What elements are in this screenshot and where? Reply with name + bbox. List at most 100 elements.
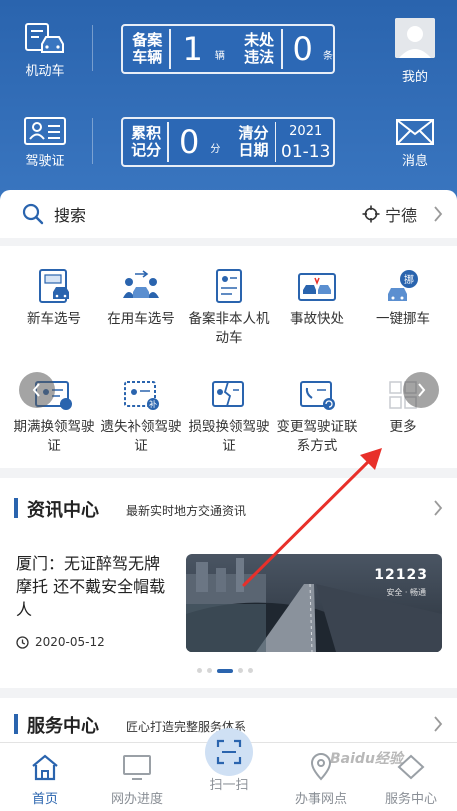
tab-progress[interactable]: 网办进度: [92, 753, 182, 807]
divider: [92, 25, 93, 71]
user-icon: [395, 18, 435, 58]
monitor-icon: [123, 755, 151, 780]
news-center: 资讯中心 最新实时地方交通资讯 厦门：无证醉驾无牌摩托 还不戴安全帽载人 202…: [0, 478, 457, 688]
service-label: 备案非本人机动车: [188, 311, 270, 346]
license-icon: [24, 117, 66, 145]
chevron-right-icon[interactable]: [433, 716, 443, 732]
register-icon: [216, 269, 242, 303]
used-car-icon: [123, 270, 159, 298]
service-move-car[interactable]: 挪 一键挪车: [358, 268, 448, 329]
violations-unit: 条: [323, 51, 333, 62]
vehicle-button[interactable]: 机动车: [0, 22, 90, 79]
carousel-next-button[interactable]: [403, 372, 439, 408]
service-label: 损毁换领驾驶证: [188, 419, 270, 454]
scan-icon: [216, 739, 242, 765]
carousel-dot-active[interactable]: [217, 668, 233, 673]
chevron-right-icon[interactable]: [433, 500, 443, 516]
tab-label: 服务中心: [384, 792, 437, 807]
section-accent-bar: [14, 714, 18, 734]
carousel-dot[interactable]: [207, 668, 212, 673]
service-label: 遗失补领驾驶证: [100, 419, 182, 454]
news-image[interactable]: 12123 安全 · 畅通: [186, 554, 442, 652]
envelope-icon: [396, 119, 434, 145]
service-new-car-number[interactable]: 新车选号: [9, 268, 99, 329]
watermark: Baidu经验: [330, 751, 403, 767]
brand-slogan: 安全 · 畅通: [386, 588, 426, 597]
carousel-indicator: [197, 668, 253, 673]
service-center-title: 服务中心: [27, 716, 99, 737]
points-unit: 分: [210, 144, 221, 155]
violations-label: 未处违法: [244, 31, 275, 66]
mine-button[interactable]: 我的: [370, 62, 457, 85]
reset-date: 2021 01-13: [278, 122, 333, 162]
service-label: 更多: [389, 419, 417, 435]
service-used-car-number[interactable]: 在用车选号: [96, 268, 186, 329]
service-change-contact[interactable]: 变更驾驶证联系方式: [272, 378, 362, 456]
violations-count: 0: [292, 30, 313, 68]
messages-button[interactable]: 消息: [370, 118, 457, 169]
reset-date-label: 清分日期: [238, 124, 269, 159]
news-date-text: 2020-05-12: [35, 635, 105, 649]
service-damaged-license[interactable]: 损毁换领驾驶证: [184, 378, 274, 456]
points-value: 0: [179, 123, 200, 161]
carousel-dot[interactable]: [197, 668, 202, 673]
vehicle-label: 机动车: [25, 64, 65, 79]
points-label: 累积记分: [131, 124, 162, 159]
service-label: 在用车选号: [107, 311, 175, 327]
reset-date-day: 01-13: [281, 142, 331, 162]
avatar[interactable]: [395, 18, 435, 58]
board-divider: [281, 29, 284, 69]
damaged-license-icon: [212, 381, 244, 407]
tab-label: 办事网点: [294, 792, 347, 807]
carousel-dot[interactable]: [248, 668, 253, 673]
vehicle-summary-board[interactable]: 备案车辆 1 辆 未处违法 0 条: [121, 24, 335, 74]
news-title: 资讯中心: [27, 500, 99, 521]
registered-vehicles-count: 1: [182, 30, 203, 68]
service-label: 变更驾驶证联系方式: [276, 419, 358, 454]
lost-license-icon: 补: [124, 381, 159, 410]
scan-button[interactable]: [205, 728, 253, 776]
clock-icon: [16, 635, 29, 649]
messages-label: 消息: [401, 154, 428, 169]
carousel-prev-button[interactable]: [19, 372, 55, 408]
carousel-dot[interactable]: [238, 668, 243, 673]
board-divider: [274, 122, 277, 162]
accident-icon: [298, 273, 336, 301]
board-divider: [169, 29, 172, 69]
mine-label: 我的: [401, 70, 428, 85]
registered-vehicles-unit: 辆: [214, 51, 225, 62]
chevron-left-icon: [32, 383, 40, 397]
svg-text:挪: 挪: [404, 273, 414, 286]
news-headline[interactable]: 厦门：无证醉驾无牌摩托 还不戴安全帽载人: [16, 552, 174, 621]
city-name: 宁德: [384, 206, 417, 225]
tab-label: 首页: [31, 792, 58, 807]
chevron-right-icon: [418, 383, 426, 397]
service-label: 事故快处: [290, 311, 344, 327]
service-register-other-vehicle[interactable]: 备案非本人机动车: [184, 268, 274, 348]
service-lost-license[interactable]: 补 遗失补领驾驶证: [96, 378, 186, 456]
divider: [92, 118, 93, 164]
board-divider: [167, 122, 170, 162]
move-car-icon: 挪: [388, 270, 418, 301]
service-label: 新车选号: [27, 311, 81, 327]
search-bar[interactable]: 搜索 宁德: [0, 190, 457, 238]
service-label: 一键挪车: [376, 311, 430, 327]
tab-label: 扫一扫: [209, 778, 249, 793]
news-date: 2020-05-12: [16, 635, 105, 649]
license-label: 驾驶证: [25, 154, 65, 169]
license-summary-board[interactable]: 累积记分 0 分 清分日期 2021 01-13: [121, 117, 335, 167]
news-subtitle: 最新实时地方交通资讯: [126, 504, 247, 518]
vehicle-icon: [25, 23, 64, 53]
chevron-right-icon: [434, 206, 443, 222]
change-contact-icon: [300, 381, 335, 410]
new-car-icon: [39, 269, 69, 303]
tab-home[interactable]: 首页: [0, 753, 90, 807]
license-button[interactable]: 驾驶证: [0, 116, 90, 169]
city-selector[interactable]: 宁德: [362, 202, 417, 226]
svg-text:补: 补: [149, 399, 157, 409]
home-icon: [32, 754, 58, 781]
service-label: 期满换领驾驶证: [13, 419, 95, 454]
reset-date-year: 2021: [289, 124, 323, 139]
section-accent-bar: [14, 498, 18, 518]
service-accident[interactable]: 事故快处: [272, 268, 362, 329]
